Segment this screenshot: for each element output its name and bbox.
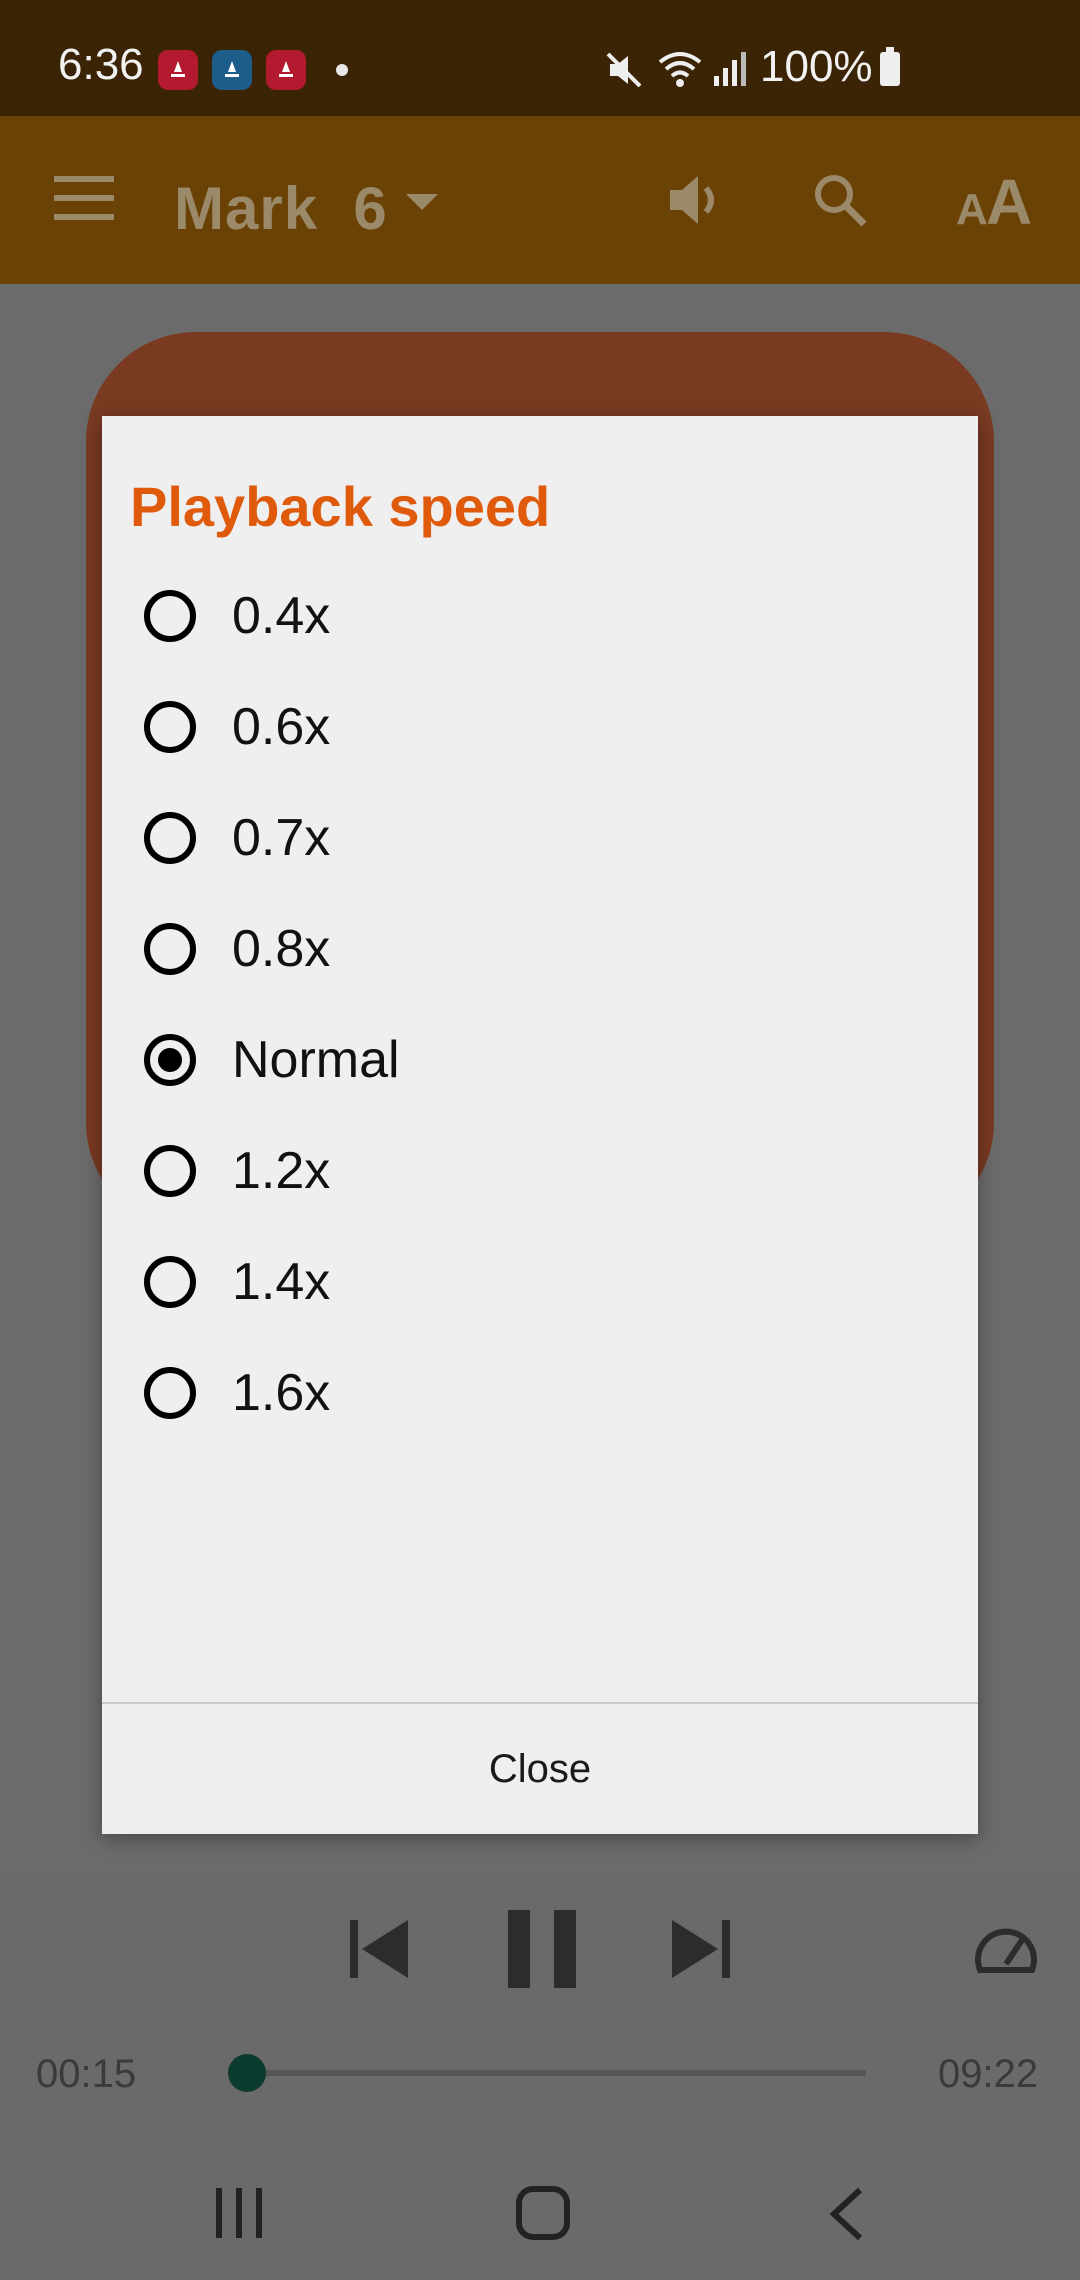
status-time: 6:36 — [58, 40, 144, 89]
speed-option-1.6x[interactable]: 1.6x — [102, 1345, 978, 1455]
radio-button[interactable] — [144, 590, 196, 642]
option-label: 0.6x — [232, 698, 331, 756]
search-icon[interactable] — [810, 170, 870, 230]
recent-apps-icon[interactable] — [214, 2188, 266, 2238]
close-button[interactable]: Close — [102, 1704, 978, 1834]
radio-button[interactable] — [144, 701, 196, 753]
speed-option-1.4x[interactable]: 1.4x — [102, 1234, 978, 1344]
app-icon-1 — [158, 50, 198, 90]
wifi-icon — [658, 52, 702, 87]
option-label: 1.2x — [232, 1142, 331, 1200]
menu-icon[interactable] — [54, 176, 114, 220]
progress-thumb[interactable] — [228, 2054, 267, 2092]
battery-percent: 100% — [760, 42, 873, 91]
speed-option-normal[interactable]: Normal — [102, 1012, 978, 1122]
option-label: 0.4x — [232, 587, 331, 645]
dropdown-caret-icon[interactable] — [406, 194, 438, 210]
skip-next-icon[interactable] — [670, 1918, 730, 1980]
radio-button[interactable] — [144, 1256, 196, 1308]
home-icon[interactable] — [516, 2186, 570, 2240]
app-icon-2 — [212, 50, 252, 90]
radio-button[interactable] — [144, 812, 196, 864]
mute-icon — [606, 52, 642, 88]
radio-button[interactable] — [144, 1145, 196, 1197]
speed-option-1.2x[interactable]: 1.2x — [102, 1123, 978, 1233]
option-label: 0.7x — [232, 809, 331, 867]
back-icon[interactable] — [826, 2186, 866, 2242]
option-label: 0.8x — [232, 920, 331, 978]
battery-icon — [880, 47, 900, 86]
text-size-icon[interactable]: A A — [956, 166, 1036, 230]
playback-speed-dialog: Playback speed 0.4x 0.6x 0.7x 0.8x Norma… — [102, 416, 978, 1834]
signal-icon — [714, 52, 746, 86]
system-nav-bar — [0, 2152, 1080, 2280]
speed-option-0.7x[interactable]: 0.7x — [102, 790, 978, 900]
radio-button[interactable] — [144, 923, 196, 975]
chapter-title[interactable]: Mark 6 — [174, 174, 388, 243]
radio-button[interactable] — [144, 1367, 196, 1419]
elapsed-time: 00:15 — [36, 2052, 137, 2096]
notification-dot-icon — [336, 64, 348, 76]
speaker-icon[interactable] — [664, 168, 728, 232]
status-bar: 6:36 100% — [0, 0, 1080, 116]
speed-option-0.4x[interactable]: 0.4x — [102, 568, 978, 678]
svg-text:A: A — [956, 185, 988, 230]
radio-button-selected[interactable] — [144, 1034, 196, 1086]
skip-previous-icon[interactable] — [350, 1918, 410, 1980]
option-label: Normal — [232, 1031, 400, 1089]
speed-option-0.8x[interactable]: 0.8x — [102, 901, 978, 1011]
speed-option-0.6x[interactable]: 0.6x — [102, 679, 978, 789]
option-label: 1.6x — [232, 1364, 331, 1422]
dialog-title: Playback speed — [130, 475, 551, 538]
progress-track[interactable] — [230, 2070, 866, 2076]
option-label: 1.4x — [232, 1253, 331, 1311]
svg-text:A: A — [986, 166, 1032, 230]
app-icon-3 — [266, 50, 306, 90]
app-bar: Mark 6 A A — [0, 116, 1080, 284]
total-time: 09:22 — [938, 2052, 1039, 2096]
speed-gauge-icon[interactable] — [974, 1922, 1038, 1978]
pause-icon[interactable] — [508, 1910, 576, 1988]
